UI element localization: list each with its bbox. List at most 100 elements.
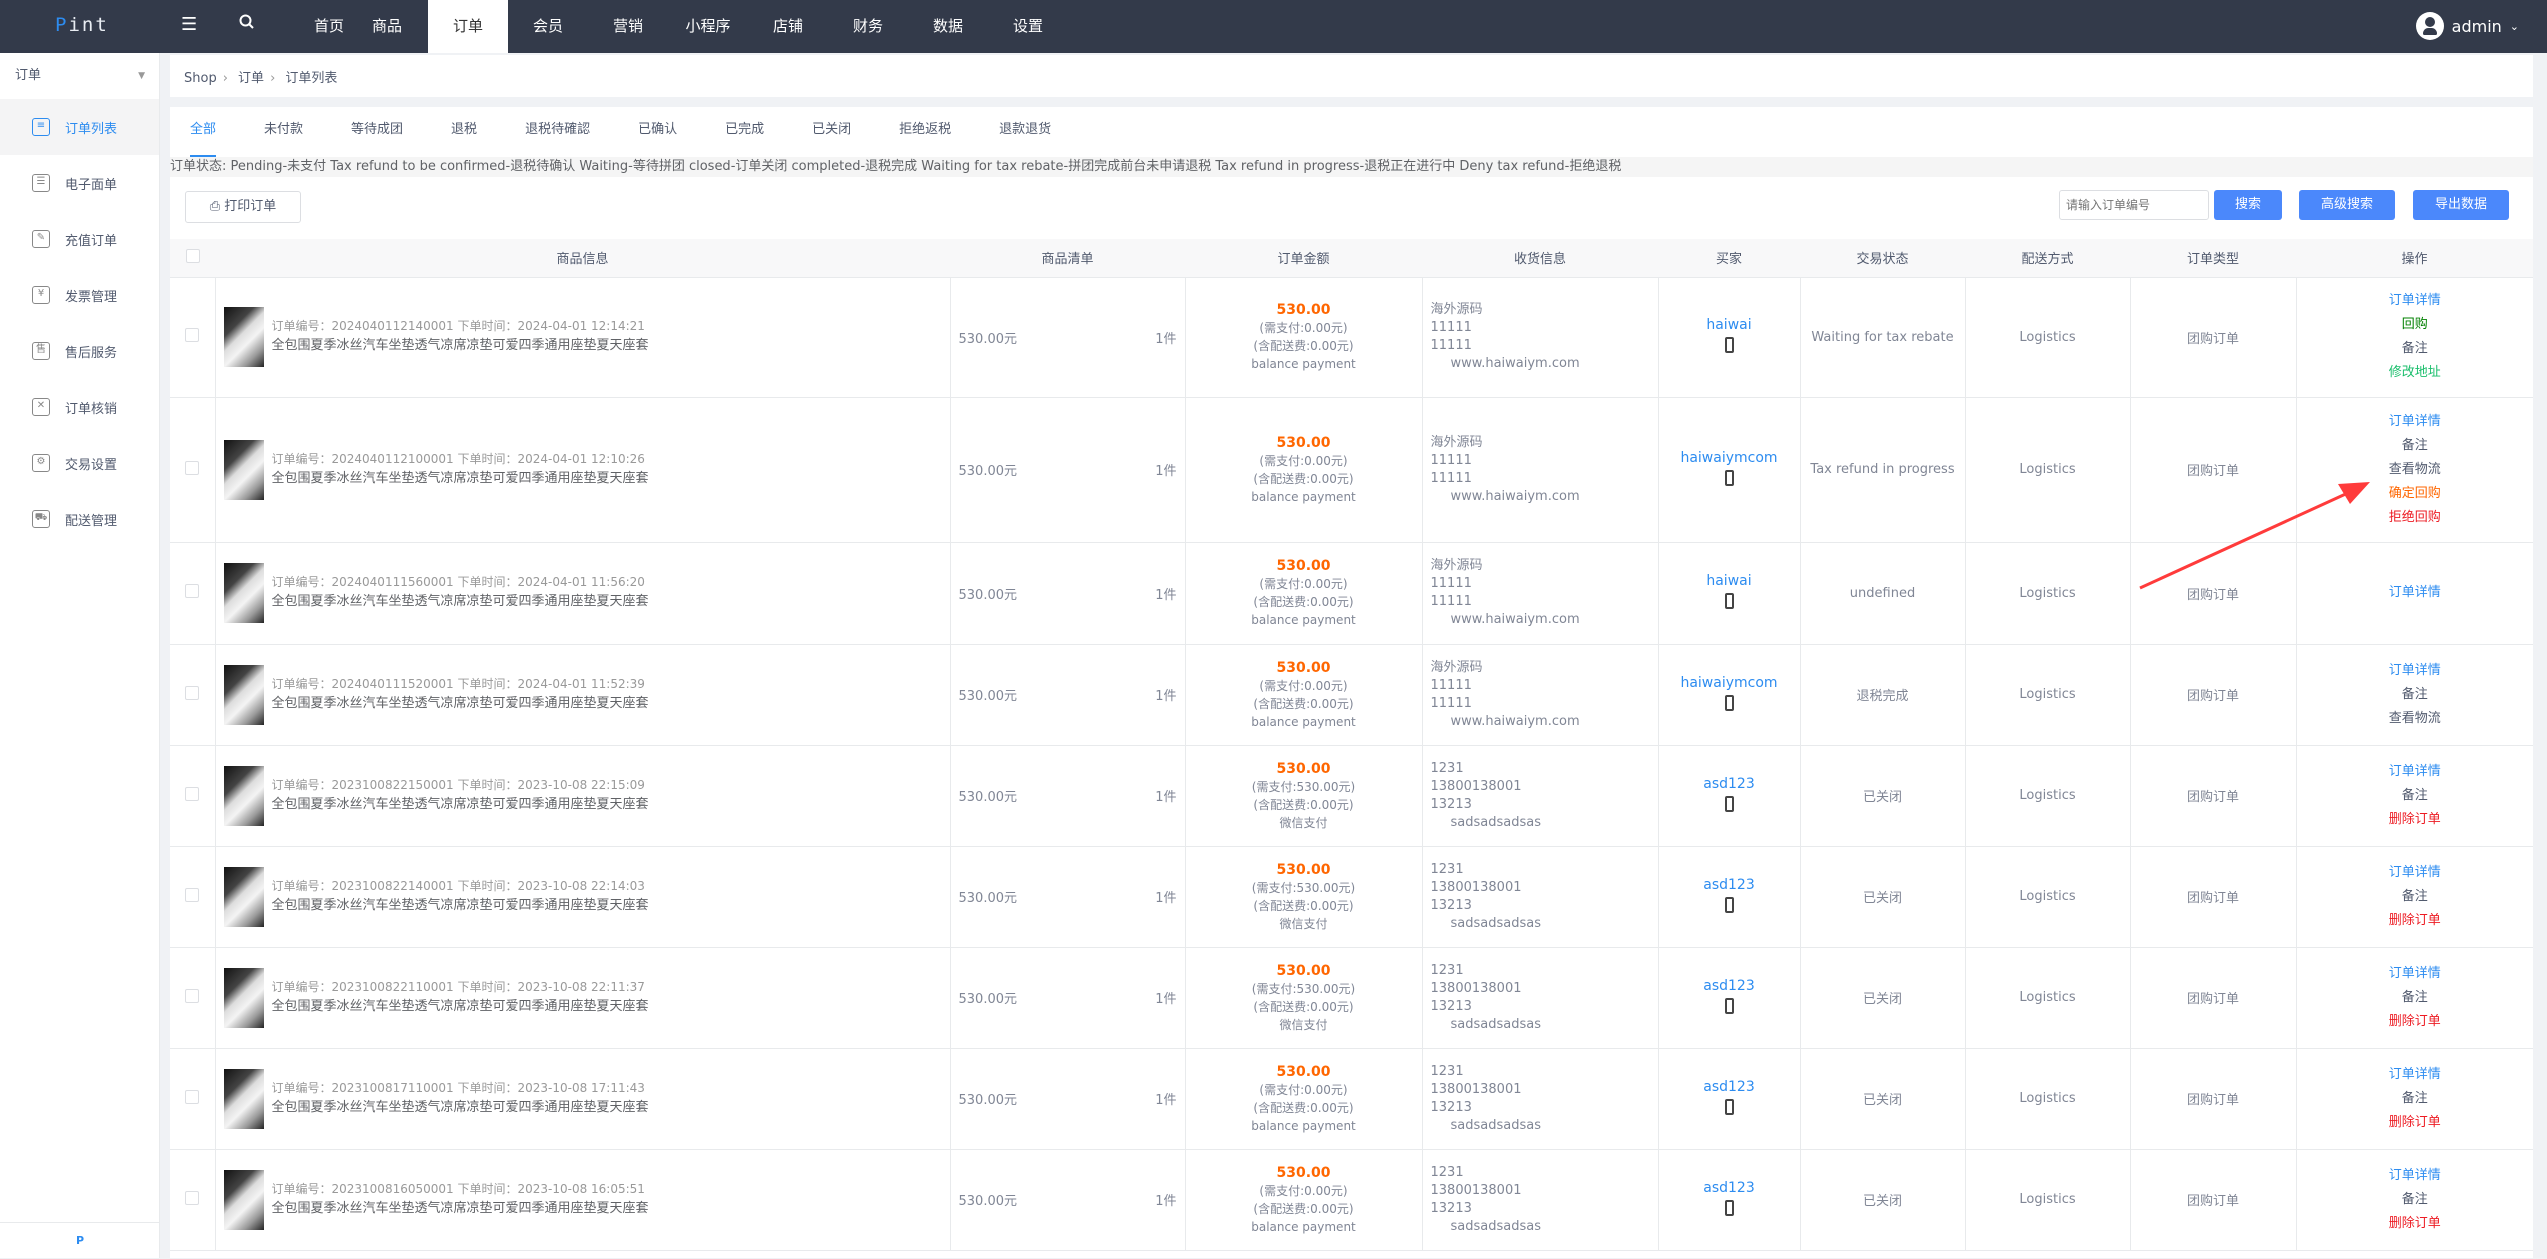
action-link[interactable]: 删除订单 (2297, 1010, 2534, 1034)
action-link[interactable]: 确定回购 (2297, 482, 2534, 506)
sidebar-header[interactable]: 订单 ▼ (0, 53, 159, 99)
tab[interactable]: 全部 (190, 107, 217, 157)
sidebar-item[interactable]: ≡ 订单列表 (0, 99, 159, 155)
sidebar-item[interactable]: ⛟ 配送管理 (0, 491, 159, 547)
tab[interactable]: 拒绝返税 (899, 107, 951, 157)
action-link[interactable]: 备注 (2297, 885, 2534, 909)
nav-item[interactable]: 店铺 (748, 0, 828, 53)
action-link[interactable]: 备注 (2297, 1087, 2534, 1111)
product-thumbnail[interactable] (223, 1169, 264, 1230)
action-link[interactable]: 备注 (2297, 1188, 2534, 1212)
action-link[interactable]: 订单详情 (2297, 289, 2534, 313)
action-link[interactable]: 查看物流 (2297, 458, 2534, 482)
order-number-search-input[interactable] (2059, 190, 2209, 220)
row-checkbox[interactable] (185, 786, 200, 801)
action-link[interactable]: 查看物流 (2297, 707, 2534, 731)
sidebar-item[interactable]: 售售后服务 (0, 323, 159, 379)
tab[interactable]: 已完成 (725, 107, 764, 157)
page-scrollbar[interactable] (2533, 53, 2547, 1258)
action-link[interactable]: 订单详情 (2297, 861, 2534, 885)
action-link[interactable]: 订单详情 (2297, 760, 2534, 784)
product-thumbnail[interactable] (223, 1068, 264, 1129)
nav-item[interactable]: 订单 (428, 0, 508, 53)
select-all-checkbox[interactable] (185, 248, 200, 263)
nav-item[interactable]: 会员 (508, 0, 588, 53)
search-icon[interactable] (238, 13, 256, 36)
tab[interactable]: 退税待確認 (525, 107, 590, 157)
breadcrumb-item[interactable]: 订单 (238, 71, 264, 86)
nav-item[interactable]: 营销 (588, 0, 668, 53)
logo[interactable]: Pint (55, 14, 109, 36)
row-checkbox[interactable] (185, 328, 200, 342)
sidebar-item[interactable]: ☰ 电子面单 (0, 155, 159, 211)
product-name[interactable]: 全包围夏季冰丝汽车坐垫透气凉席凉垫可爱四季通用座垫夏天座套 (272, 996, 649, 1018)
action-link[interactable]: 订单详情 (2297, 659, 2534, 683)
nav-item[interactable]: 商品 (347, 0, 427, 53)
tab[interactable]: 已确认 (638, 107, 677, 157)
product-name[interactable]: 全包围夏季冰丝汽车坐垫透气凉席凉垫可爱四季通用座垫夏天座套 (272, 895, 649, 917)
search-button[interactable]: 搜索 (2214, 190, 2282, 220)
product-thumbnail[interactable] (223, 664, 264, 725)
product-name[interactable]: 全包围夏季冰丝汽车坐垫透气凉席凉垫可爱四季通用座垫夏天座套 (272, 335, 649, 357)
action-link[interactable]: 订单详情 (2297, 581, 2534, 605)
product-name[interactable]: 全包围夏季冰丝汽车坐垫透气凉席凉垫可爱四季通用座垫夏天座套 (272, 1097, 649, 1119)
row-checkbox[interactable] (185, 584, 200, 598)
buyer-link[interactable]: haiwaiymcom (1659, 450, 1800, 466)
hamburger-icon[interactable]: ☰ (181, 14, 197, 35)
tab[interactable]: 退款退货 (999, 107, 1051, 157)
product-thumbnail[interactable] (223, 563, 264, 623)
buyer-link[interactable]: asd123 (1659, 1180, 1800, 1196)
product-name[interactable]: 全包围夏季冰丝汽车坐垫透气凉席凉垫可爱四季通用座垫夏天座套 (272, 794, 649, 816)
action-link[interactable]: 订单详情 (2297, 962, 2534, 986)
buyer-link[interactable]: asd123 (1659, 877, 1800, 893)
nav-item[interactable]: 小程序 (668, 0, 748, 53)
sidebar-item[interactable]: ⚙ 交易设置 (0, 435, 159, 491)
tab[interactable]: 等待成团 (351, 107, 403, 157)
sidebar-item[interactable]: ✕ 订单核销 (0, 379, 159, 435)
nav-item[interactable]: 财务 (828, 0, 908, 53)
product-thumbnail[interactable] (223, 866, 264, 927)
product-thumbnail[interactable] (223, 439, 264, 500)
action-link[interactable]: 修改地址 (2297, 361, 2534, 385)
action-link[interactable]: 订单详情 (2297, 1164, 2534, 1188)
breadcrumb-item[interactable]: Shop (184, 71, 217, 86)
product-name[interactable]: 全包围夏季冰丝汽车坐垫透气凉席凉垫可爱四季通用座垫夏天座套 (272, 468, 649, 490)
action-link[interactable]: 备注 (2297, 434, 2534, 458)
action-link[interactable]: 订单详情 (2297, 1063, 2534, 1087)
row-checkbox[interactable] (185, 887, 200, 902)
nav-item[interactable]: 设置 (988, 0, 1068, 53)
buyer-link[interactable]: haiwai (1659, 317, 1800, 333)
action-link[interactable]: 订单详情 (2297, 410, 2534, 434)
tab[interactable]: 未付款 (264, 107, 303, 157)
tab[interactable]: 已关闭 (812, 107, 851, 157)
buyer-link[interactable]: asd123 (1659, 978, 1800, 994)
row-checkbox[interactable] (185, 685, 200, 700)
advanced-search-button[interactable]: 高级搜索 (2299, 190, 2395, 220)
nav-item[interactable]: 数据 (908, 0, 988, 53)
action-link[interactable]: 删除订单 (2297, 808, 2534, 832)
action-link[interactable]: 备注 (2297, 337, 2534, 361)
action-link[interactable]: 删除订单 (2297, 1212, 2534, 1236)
print-order-button[interactable]: ⎙ 打印订单 (185, 191, 301, 223)
buyer-link[interactable]: haiwaiymcom (1659, 675, 1800, 691)
product-name[interactable]: 全包围夏季冰丝汽车坐垫透气凉席凉垫可爱四季通用座垫夏天座套 (272, 591, 649, 613)
product-name[interactable]: 全包围夏季冰丝汽车坐垫透气凉席凉垫可爱四季通用座垫夏天座套 (272, 1198, 649, 1220)
row-checkbox[interactable] (185, 1089, 200, 1104)
user-menu[interactable]: admin ⌄ (2415, 12, 2519, 40)
product-thumbnail[interactable] (223, 765, 264, 826)
sidebar-item[interactable]: ¥ 发票管理 (0, 267, 159, 323)
action-link[interactable]: 备注 (2297, 784, 2534, 808)
sidebar-item[interactable]: ✎ 充值订单 (0, 211, 159, 267)
action-link[interactable]: 删除订单 (2297, 1111, 2534, 1135)
buyer-link[interactable]: haiwai (1659, 573, 1800, 589)
action-link[interactable]: 拒绝回购 (2297, 506, 2534, 530)
action-link[interactable]: 备注 (2297, 986, 2534, 1010)
buyer-link[interactable]: asd123 (1659, 776, 1800, 792)
product-name[interactable]: 全包围夏季冰丝汽车坐垫透气凉席凉垫可爱四季通用座垫夏天座套 (272, 693, 649, 715)
product-thumbnail[interactable] (223, 307, 264, 367)
row-checkbox[interactable] (185, 988, 200, 1003)
action-link[interactable]: 回购 (2297, 313, 2534, 337)
product-thumbnail[interactable] (223, 967, 264, 1028)
buyer-link[interactable]: asd123 (1659, 1079, 1800, 1095)
action-link[interactable]: 备注 (2297, 683, 2534, 707)
